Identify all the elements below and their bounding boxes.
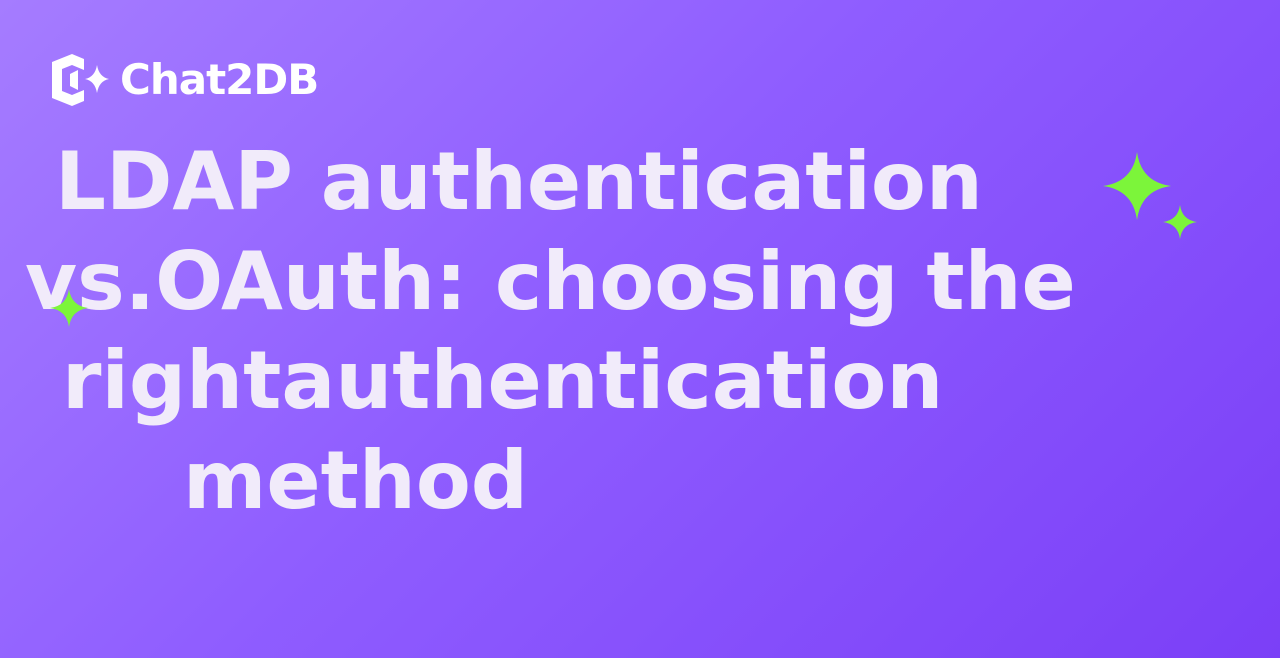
title-line-3: rightauthentication [62,334,944,427]
title-line-2: vs.OAuth: choosing the [25,235,1076,328]
page-title: LDAP authentication vs.OAuth: choosing t… [0,0,1280,658]
title-line-1: LDAP authentication [55,135,983,228]
sparkle-icon [1103,152,1171,220]
title-line-4: method [183,434,529,527]
sparkle-icon [1163,205,1197,239]
sparkle-icon [50,289,88,327]
